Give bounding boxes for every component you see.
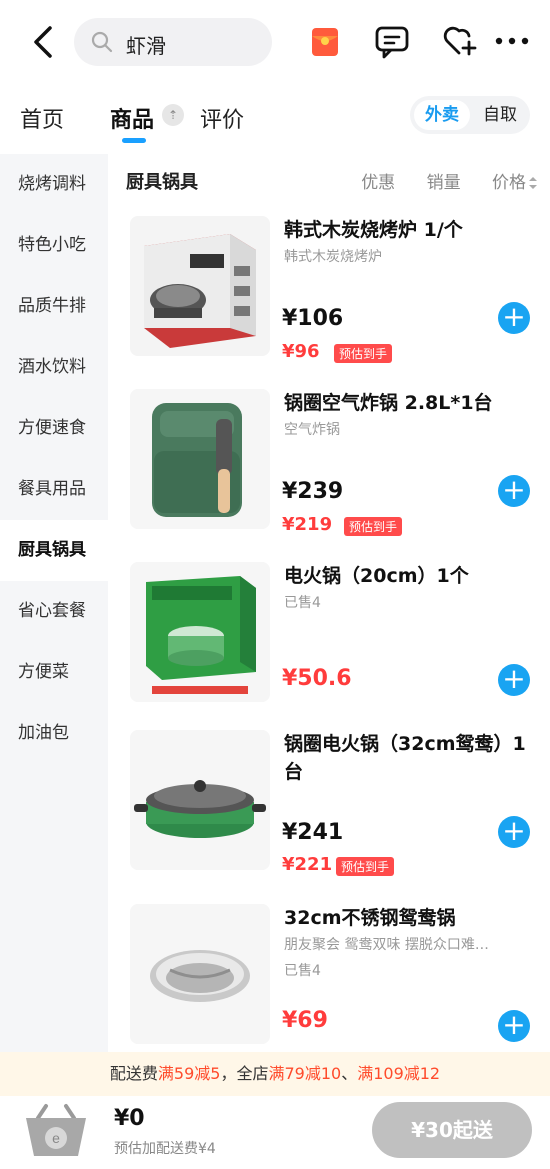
red-packet-icon[interactable] (310, 24, 340, 60)
sidebar-item-tableware[interactable]: 餐具用品 (0, 459, 108, 520)
search-icon (91, 31, 113, 53)
sort-price[interactable]: 价格 (492, 173, 538, 193)
promo-bar: 配送费满59减5，全店满79减10、满109减12 (0, 1052, 550, 1096)
search-input[interactable]: 虾滑 (74, 18, 272, 66)
product-price: ¥241 (282, 820, 344, 845)
product-image[interactable] (130, 562, 270, 702)
product-desc: 韩式木炭烧烤炉 (284, 249, 382, 265)
section-title: 厨具锅具 (126, 172, 198, 193)
sort-arrows-icon (529, 177, 537, 189)
estimated-price: ¥219 (282, 514, 333, 535)
sidebar-item-convenience-dish[interactable]: 方便菜 (0, 642, 108, 703)
product-image[interactable] (130, 904, 270, 1044)
product-sold-count: 已售4 (284, 963, 321, 979)
top-bar: 虾滑 (0, 0, 550, 86)
store-tabs: 首页 商品 ⇡ 评价 外卖 自取 (0, 86, 550, 154)
sort-sales[interactable]: 销量 (427, 173, 461, 193)
product-price: ¥106 (282, 306, 344, 331)
back-arrow-icon[interactable] (28, 24, 58, 60)
product-card[interactable]: 锅圈空气炸锅 2.8L*1台 空气炸锅 ¥239 + ¥219 预估到手 (108, 389, 550, 549)
sidebar-item-drinks[interactable]: 酒水饮料 (0, 337, 108, 398)
promo-text: ，全店 (220, 1064, 269, 1083)
product-price: ¥239 (282, 479, 344, 504)
sidebar-item-addon-pack[interactable]: 加油包 (0, 703, 108, 764)
product-image[interactable] (130, 389, 270, 529)
product-card[interactable]: 电火锅（20cm）1个 已售4 ¥50.6 + (108, 562, 550, 722)
more-icon[interactable] (494, 36, 530, 46)
product-sold-count: 已售4 (284, 595, 321, 611)
product-list: 厨具锅具 优惠 销量 价格 韩式木炭烧烤炉 1/个 韩式木炭烧烤炉 ¥106 +… (108, 154, 550, 1052)
sort-discount[interactable]: 优惠 (361, 173, 395, 193)
svg-text:e: e (52, 1130, 60, 1146)
delivery-mode-toggle: 外卖 自取 (410, 96, 530, 134)
product-name[interactable]: 锅圈电火锅（32cm鸳鸯）1台 (284, 730, 536, 786)
cart-bar: e ¥0 预估加配送费¥4 ¥30起送 (0, 1096, 550, 1169)
product-name[interactable]: 韩式木炭烧烤炉 1/个 (284, 216, 536, 244)
promo-highlight: 满79减10 (268, 1064, 342, 1083)
product-card[interactable]: 锅圈电火锅（32cm鸳鸯）1台 ¥241 + ¥221 预估到手 (108, 730, 550, 890)
sidebar-item-snacks[interactable]: 特色小吃 (0, 215, 108, 276)
promo-text: 配送费 (109, 1064, 158, 1083)
sidebar-item-bbq-seasoning[interactable]: 烧烤调料 (0, 154, 108, 215)
estimated-price: ¥96 (282, 341, 320, 362)
add-to-cart-button[interactable]: + (498, 664, 530, 696)
product-name[interactable]: 32cm不锈钢鸳鸯锅 (284, 904, 536, 932)
estimated-price: ¥221 (282, 854, 333, 875)
category-sidebar: 烧烤调料 特色小吃 品质牛排 酒水饮料 方便速食 餐具用品 厨具锅具 省心套餐 … (0, 154, 108, 1052)
estimated-price-badge: 预估到手 (344, 517, 403, 536)
checkout-button[interactable]: ¥30起送 (372, 1102, 532, 1158)
favorite-add-icon[interactable] (441, 22, 477, 58)
promo-text: 、 (341, 1064, 358, 1083)
add-to-cart-button[interactable]: + (498, 475, 530, 507)
message-icon[interactable] (374, 24, 410, 60)
delivery-fee-note: 预估加配送费¥4 (114, 1141, 216, 1157)
active-tab-indicator (122, 138, 146, 143)
tab-reviews[interactable]: 评价 (200, 102, 244, 134)
product-image[interactable] (130, 730, 270, 870)
promo-highlight: 满109减12 (357, 1064, 441, 1083)
product-name[interactable]: 锅圈空气炸锅 2.8L*1台 (284, 389, 536, 417)
pin-top-icon[interactable]: ⇡ (162, 104, 184, 126)
sort-price-label: 价格 (492, 173, 526, 193)
promo-highlight: 满59减5 (157, 1064, 221, 1083)
add-to-cart-button[interactable]: + (498, 1010, 530, 1042)
tab-home[interactable]: 首页 (20, 102, 64, 134)
cart-total: ¥0 (114, 1106, 145, 1131)
product-card[interactable]: 韩式木炭烧烤炉 1/个 韩式木炭烧烤炉 ¥106 + ¥96 预估到手 (108, 216, 550, 376)
sidebar-item-cookware[interactable]: 厨具锅具 (0, 520, 108, 581)
estimated-price-badge: 预估到手 (336, 857, 395, 876)
product-price: ¥69 (282, 1008, 328, 1033)
product-desc: 空气炸锅 (284, 422, 340, 438)
mode-delivery-button[interactable]: 外卖 (414, 100, 470, 130)
sidebar-item-steak[interactable]: 品质牛排 (0, 276, 108, 337)
sidebar-item-combo[interactable]: 省心套餐 (0, 581, 108, 642)
add-to-cart-button[interactable]: + (498, 816, 530, 848)
tab-goods[interactable]: 商品 (110, 102, 154, 134)
sort-options: 优惠 销量 价格 (335, 168, 538, 193)
search-query: 虾滑 (126, 34, 166, 58)
sidebar-item-instant-food[interactable]: 方便速食 (0, 398, 108, 459)
shopping-basket-icon[interactable]: e (20, 1100, 92, 1162)
product-desc: 朋友聚会 鸳鸯双味 摆脱众口难… (284, 937, 489, 953)
product-name[interactable]: 电火锅（20cm）1个 (284, 562, 536, 590)
mode-pickup-button[interactable]: 自取 (474, 100, 526, 130)
estimated-price-badge: 预估到手 (334, 344, 393, 363)
product-image[interactable] (130, 216, 270, 356)
add-to-cart-button[interactable]: + (498, 302, 530, 334)
product-card[interactable]: 32cm不锈钢鸳鸯锅 朋友聚会 鸳鸯双味 摆脱众口难… 已售4 ¥69 + (108, 904, 550, 1044)
product-price: ¥50.6 (282, 666, 352, 691)
